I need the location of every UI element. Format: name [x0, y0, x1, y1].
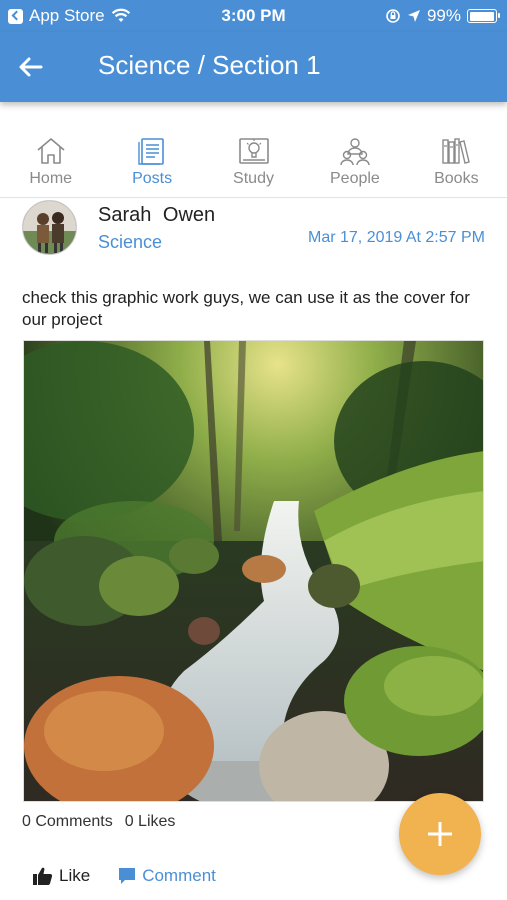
- battery-fill: [469, 11, 495, 21]
- comment-label: Comment: [142, 866, 216, 885]
- post-timestamp: Mar 17, 2019 At 2:57 PM: [308, 229, 485, 246]
- tab-home[interactable]: Home: [0, 128, 101, 197]
- app-bar: Science / Section 1: [0, 32, 507, 102]
- add-post-button[interactable]: [399, 793, 481, 875]
- post-author[interactable]: Sarah Owen: [98, 204, 215, 227]
- battery-icon: [467, 9, 500, 23]
- post-text: check this graphic work guys, we can use…: [22, 288, 470, 329]
- tab-home-label: Home: [29, 170, 73, 187]
- books-icon: [442, 138, 471, 164]
- status-bar: App Store 3:00 PM 99%: [0, 0, 507, 32]
- tab-study[interactable]: Study: [203, 128, 304, 197]
- tab-books[interactable]: Books: [406, 128, 507, 197]
- likes-count[interactable]: 0 Likes: [125, 813, 176, 831]
- tab-bar: Home Posts Study People Books: [0, 128, 507, 198]
- status-right: 99%: [385, 6, 500, 26]
- page-title: Science / Section 1: [98, 50, 321, 80]
- people-icon: [340, 138, 370, 166]
- tab-posts[interactable]: Posts: [101, 128, 202, 197]
- comment-button[interactable]: Comment: [118, 866, 216, 886]
- post-subject[interactable]: Science: [98, 232, 162, 253]
- comments-count[interactable]: 0 Comments: [22, 813, 113, 831]
- orientation-lock-icon: [386, 9, 400, 23]
- post-stats: 0 Comments 0 Likes: [22, 813, 175, 831]
- arrow-left-icon[interactable]: [16, 52, 46, 82]
- post-image[interactable]: [23, 340, 484, 802]
- avatar-photo: [23, 201, 76, 254]
- home-icon: [37, 138, 65, 164]
- tab-books-label: Books: [434, 170, 479, 187]
- tab-posts-label: Posts: [132, 170, 173, 187]
- forest-stream-image: [24, 341, 483, 801]
- like-label: Like: [59, 866, 91, 885]
- avatar[interactable]: [22, 200, 77, 255]
- tab-people-label: People: [330, 170, 380, 187]
- comment-icon: [119, 868, 136, 884]
- posts-icon: [138, 138, 164, 165]
- thumbs-up-icon: [33, 867, 53, 885]
- tab-study-label: Study: [233, 170, 274, 187]
- battery-percent: 99%: [426, 6, 461, 25]
- like-button[interactable]: Like: [33, 866, 90, 886]
- study-icon: [238, 138, 269, 164]
- tab-people[interactable]: People: [304, 128, 405, 197]
- location-icon: [407, 10, 420, 22]
- post-actions: Like Comment: [33, 866, 216, 886]
